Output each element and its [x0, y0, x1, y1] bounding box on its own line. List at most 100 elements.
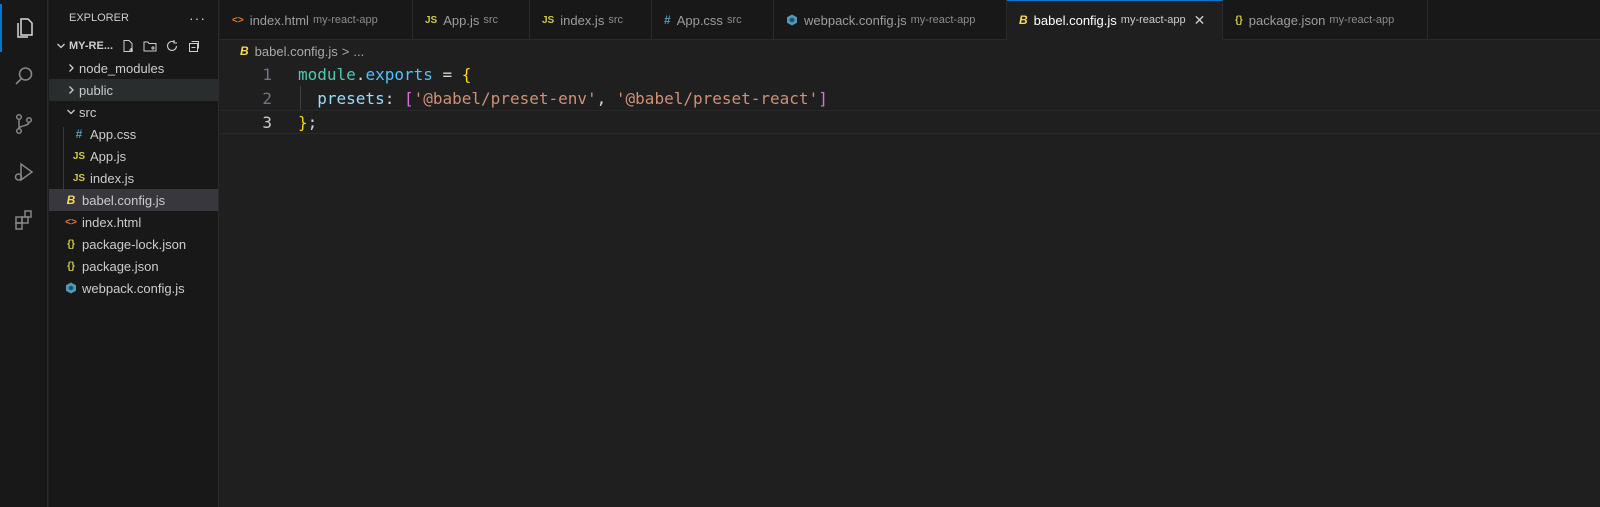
- tree-file-babel-config[interactable]: B babel.config.js: [49, 189, 218, 211]
- more-actions-icon[interactable]: ···: [189, 10, 206, 26]
- tree-file-app-js[interactable]: JS App.js: [49, 145, 218, 167]
- json-icon: {}: [67, 260, 75, 272]
- chevron-right-icon: [63, 63, 79, 73]
- explorer-icon[interactable]: [0, 4, 48, 52]
- js-icon: JS: [542, 14, 555, 26]
- tree-item-label: node_modules: [79, 60, 165, 76]
- code-token: :: [384, 88, 404, 108]
- code-token: }: [298, 112, 308, 132]
- run-debug-icon[interactable]: [0, 148, 48, 196]
- tree-item-label: package-lock.json: [82, 236, 187, 252]
- tree-file-package-json[interactable]: {} package.json: [49, 255, 218, 277]
- js-icon: JS: [72, 150, 86, 162]
- css-icon: #: [664, 13, 671, 27]
- breadcrumb: B babel.config.js > ...: [220, 40, 364, 62]
- tab-label: package.json: [1248, 12, 1326, 28]
- explorer-header: EXPLORER ···: [49, 0, 218, 35]
- tree-item-label: babel.config.js: [82, 192, 166, 208]
- source-control-icon[interactable]: [0, 100, 48, 148]
- tree-item-label: src: [79, 104, 97, 120]
- line-number: 3: [262, 112, 272, 132]
- code-token: [: [403, 88, 414, 108]
- json-icon: {}: [1235, 14, 1243, 26]
- code-token: ,: [596, 88, 616, 108]
- tab-label: App.js: [443, 12, 480, 28]
- tree-file-index-js[interactable]: JS index.js: [49, 167, 218, 189]
- tab-description: src: [608, 14, 623, 26]
- breadcrumb-file[interactable]: babel.config.js: [255, 44, 338, 59]
- babel-icon: B: [1019, 13, 1028, 27]
- code-editor[interactable]: 1 module.exports = { 2 presets: ['@babel…: [220, 62, 1600, 507]
- tab-label: babel.config.js: [1033, 12, 1117, 28]
- tab-description: my-react-app: [1329, 14, 1395, 26]
- chevron-right-icon: [63, 85, 79, 95]
- code-token: .: [355, 64, 366, 84]
- tab-index-js[interactable]: JS index.js src: [530, 0, 652, 40]
- code-token: ;: [307, 112, 318, 132]
- collapse-all-icon[interactable]: [187, 39, 201, 53]
- webpack-icon: [63, 282, 79, 294]
- tab-label: index.js: [560, 12, 605, 28]
- tree-item-label: index.html: [82, 214, 142, 230]
- editor-tabs: <> index.html my-react-app JS App.js src…: [220, 0, 1600, 40]
- tree-item-label: webpack.config.js: [82, 280, 185, 296]
- tree-file-app-css[interactable]: # App.css: [49, 123, 218, 145]
- tab-package-json[interactable]: {} package.json my-react-app: [1223, 0, 1428, 40]
- code-token: module: [298, 64, 356, 84]
- breadcrumb-more[interactable]: ...: [353, 44, 364, 59]
- webpack-icon: [786, 14, 798, 26]
- code-token: '@babel/preset-react': [615, 88, 819, 108]
- tree-file-package-lock[interactable]: {} package-lock.json: [49, 233, 218, 255]
- folder-name: MY-RE...: [69, 40, 114, 52]
- code-text: presets: ['@babel/preset-env', '@babel/p…: [298, 89, 828, 108]
- tree-item-label: package.json: [82, 258, 159, 274]
- search-icon[interactable]: [0, 52, 48, 100]
- tab-description: src: [483, 14, 499, 26]
- json-icon: {}: [67, 238, 75, 250]
- code-token: exports: [365, 64, 433, 84]
- tab-description: src: [726, 14, 742, 26]
- tab-label: index.html: [249, 12, 309, 28]
- tab-description: my-react-app: [312, 14, 378, 26]
- tab-label: App.css: [676, 12, 723, 28]
- extensions-icon[interactable]: [0, 196, 48, 244]
- explorer-title: EXPLORER: [69, 11, 129, 24]
- code-token: '@babel/preset-env': [413, 88, 597, 108]
- code-line-current: 3 };: [220, 110, 1600, 134]
- html-icon: <>: [65, 216, 77, 228]
- tab-index-html[interactable]: <> index.html my-react-app: [220, 0, 413, 40]
- tab-webpack-config[interactable]: webpack.config.js my-react-app: [774, 0, 1007, 40]
- tree-file-webpack-config[interactable]: webpack.config.js: [49, 277, 218, 299]
- js-icon: JS: [72, 172, 86, 184]
- tab-app-css[interactable]: # App.css src: [652, 0, 774, 40]
- code-line: 2 presets: ['@babel/preset-env', '@babel…: [220, 86, 1600, 110]
- tree-item-label: index.js: [90, 170, 135, 186]
- css-icon: #: [75, 127, 83, 141]
- tab-description: my-react-app: [910, 14, 976, 26]
- tab-babel-config[interactable]: B babel.config.js my-react-app ✕: [1007, 0, 1223, 40]
- code-token: {: [461, 64, 472, 84]
- tab-app-js[interactable]: JS App.js src: [413, 0, 530, 40]
- code-text: module.exports = {: [298, 65, 471, 84]
- babel-icon: B: [240, 44, 249, 58]
- chevron-down-icon: [53, 41, 69, 51]
- code-token: =: [432, 64, 462, 84]
- tree-folder-node-modules[interactable]: node_modules: [49, 57, 218, 79]
- breadcrumb-separator: >: [341, 43, 350, 59]
- code-token: presets: [317, 88, 385, 108]
- chevron-down-icon: [63, 107, 79, 117]
- refresh-icon[interactable]: [165, 39, 179, 53]
- indent-guide: [300, 86, 301, 110]
- new-file-icon[interactable]: [121, 39, 135, 53]
- tree-folder-src[interactable]: src: [49, 101, 218, 123]
- tree-item-label: App.css: [90, 126, 137, 142]
- tree-file-index-html[interactable]: <> index.html: [49, 211, 218, 233]
- explorer-sidebar: EXPLORER ··· MY-RE... node_modules publi…: [49, 0, 219, 507]
- tree-folder-public[interactable]: public: [49, 79, 218, 101]
- babel-icon: B: [66, 193, 76, 207]
- close-icon[interactable]: ✕: [1194, 12, 1206, 29]
- folder-header[interactable]: MY-RE...: [49, 35, 218, 57]
- line-number: 2: [262, 88, 272, 108]
- tab-description: my-react-app: [1120, 14, 1186, 26]
- new-folder-icon[interactable]: [143, 39, 157, 53]
